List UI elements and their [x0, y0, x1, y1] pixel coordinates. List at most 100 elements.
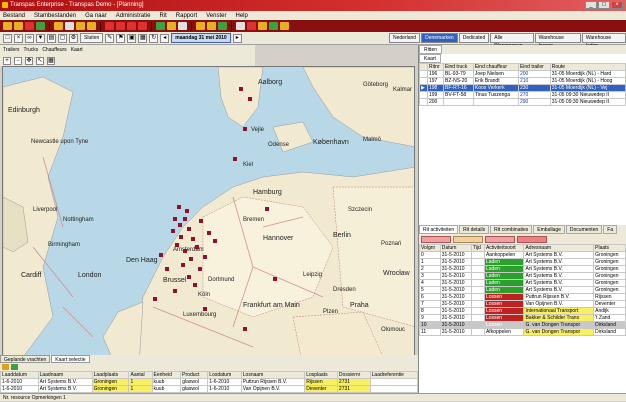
tab-kaart[interactable]: Kaart: [71, 47, 83, 53]
toolbar-icon[interactable]: [14, 22, 23, 30]
map-view[interactable]: Aalborg Vejle Odense København Edinburgh…: [2, 66, 415, 382]
col-header[interactable]: Plaats: [593, 244, 626, 252]
truck-marker[interactable]: [203, 307, 207, 311]
activity-row[interactable]: 6 31-5-2010 Lossen Puttrun Rijssen B.V. Rijs…: [419, 293, 626, 301]
settings-icon[interactable]: ⚙: [69, 33, 78, 43]
tab-geplande-vrachten[interactable]: Geplande vrachten: [0, 355, 51, 363]
activity-row[interactable]: 1 31-5-2010 Laden Art Systems B.V. Groningen: [419, 258, 626, 266]
truck-marker[interactable]: [273, 277, 277, 281]
activity-row[interactable]: 9 31-5-2010 Lossen Bakker & Schilder Trans '…: [419, 314, 626, 322]
toolbar-button[interactable]: [485, 235, 515, 243]
print-icon[interactable]: ▤: [47, 33, 56, 43]
truck-marker[interactable]: [179, 235, 183, 239]
tab-denemarken[interactable]: Denemarken: [421, 33, 458, 43]
col-header[interactable]: Eind chauffeur: [472, 63, 519, 71]
toolbar-icon[interactable]: [167, 22, 176, 30]
select-icon[interactable]: ↖: [36, 56, 44, 65]
toolbar-button[interactable]: [453, 235, 483, 243]
preview-icon[interactable]: ▢: [58, 33, 67, 43]
col-header[interactable]: Laadplaats: [91, 371, 130, 379]
menu-ga-naar[interactable]: Ga naar: [85, 13, 107, 19]
toolbar-icon[interactable]: [269, 22, 278, 30]
tab-dedicated[interactable]: Dedicated: [458, 33, 490, 43]
tab-documenten[interactable]: Documenten: [565, 225, 603, 234]
zoom-out-icon[interactable]: −: [14, 56, 22, 65]
ritten-row[interactable]: 196 BL-93-79 Joep Nielsen 200 31-05 Moerdijk…: [419, 70, 626, 78]
date-selector[interactable]: maandag 31 mei 2010: [171, 33, 231, 43]
truck-marker[interactable]: [199, 219, 203, 223]
col-header[interactable]: Eind truck: [443, 63, 474, 71]
truck-marker[interactable]: [189, 257, 193, 261]
route-icon[interactable]: ⚑: [116, 33, 126, 43]
layers-icon[interactable]: ▦: [47, 56, 55, 65]
map-icon[interactable]: ✎: [105, 33, 115, 43]
col-header[interactable]: Eenheid: [151, 371, 182, 379]
ritten-row[interactable]: 197 BZ-NS-20 Erik Brandt 210 31-05 Moerdijk …: [419, 77, 626, 85]
truck-marker[interactable]: [175, 243, 179, 247]
truck-marker[interactable]: [171, 229, 175, 233]
tab-ritten[interactable]: Ritten: [419, 45, 443, 54]
toolbar-icon[interactable]: [54, 22, 63, 30]
toolbar-icon[interactable]: [156, 22, 165, 30]
col-header[interactable]: Losnaam: [240, 371, 306, 379]
menu-administratie[interactable]: Administratie: [116, 13, 151, 19]
truck-icon[interactable]: ▣: [127, 33, 137, 43]
menu-bestand[interactable]: Bestand: [3, 13, 25, 19]
truck-marker[interactable]: [243, 127, 247, 131]
binoculars-icon[interactable]: ∞: [25, 33, 34, 43]
toolbar-icon[interactable]: [196, 22, 205, 30]
truck-marker[interactable]: [203, 255, 207, 259]
tab-emballage[interactable]: Emballage: [533, 225, 565, 234]
ritten-row[interactable]: 199 BV-FT-58 Tinus Tuszenga 270 31-05 09:30 …: [419, 91, 626, 99]
col-header[interactable]: Tijd: [470, 244, 485, 252]
truck-marker[interactable]: [207, 231, 211, 235]
activity-row[interactable]: 11 31-5-2010 Afkoppelen G. van Dongen Trans…: [419, 328, 626, 336]
truck-marker[interactable]: [178, 223, 182, 227]
tab-chauffeurs[interactable]: Chauffeurs: [42, 47, 66, 53]
truck-marker[interactable]: [177, 205, 181, 209]
pan-icon[interactable]: ✥: [25, 56, 33, 65]
truck-marker[interactable]: [183, 217, 187, 221]
col-header[interactable]: Losdatum: [207, 371, 242, 379]
truck-marker[interactable]: [239, 87, 243, 91]
planned-row[interactable]: 1-6-2010Art Systems B.V.Groningen1kuubgl…: [0, 385, 419, 393]
truck-marker[interactable]: [185, 209, 189, 213]
tab-trailers[interactable]: Trailers: [3, 47, 19, 53]
col-header[interactable]: Dossiernr: [336, 371, 371, 379]
col-header[interactable]: Route: [549, 63, 626, 71]
tab-fa[interactable]: Fa: [603, 225, 618, 234]
export-icon[interactable]: [2, 364, 9, 370]
toolbar-icon[interactable]: [65, 22, 74, 30]
toolbar-icon[interactable]: [218, 22, 227, 30]
refresh-icon[interactable]: ↻: [149, 33, 159, 43]
col-header[interactable]: Adresnaam: [523, 244, 595, 252]
ritten-row[interactable]: 200 290 31-05 09:30 Nieuwedep II: [419, 98, 626, 106]
col-header[interactable]: Volgnr: [419, 244, 441, 252]
col-header[interactable]: Eind trailer: [517, 63, 551, 71]
tab-nederland[interactable]: Nederland: [389, 33, 421, 43]
activity-row[interactable]: 3 31-5-2010 Laden Art Systems B.V. Groningen: [419, 272, 626, 280]
menu-venster[interactable]: Venster: [206, 13, 226, 19]
toolbar-icon[interactable]: [76, 22, 85, 30]
tab-rit-activiteiten[interactable]: Rit activiteiten: [419, 225, 459, 234]
col-header[interactable]: Product: [180, 371, 209, 379]
toolbar-icon[interactable]: [87, 22, 96, 30]
truck-marker[interactable]: [198, 267, 202, 271]
filter-icon[interactable]: ▼: [36, 33, 45, 43]
col-header[interactable]: Laaddatum: [0, 371, 39, 379]
toolbar-icon[interactable]: [127, 22, 136, 30]
toolbar-icon[interactable]: [178, 22, 187, 30]
close-button[interactable]: ×: [611, 1, 623, 9]
toolbar-icon[interactable]: [36, 22, 45, 30]
tab-kaart-right[interactable]: Kaart: [419, 54, 441, 63]
toolbar-icon[interactable]: [138, 22, 147, 30]
minimize-button[interactable]: _: [585, 1, 597, 9]
menu-rit[interactable]: Rit: [159, 13, 166, 19]
truck-marker[interactable]: [195, 245, 199, 249]
truck-marker[interactable]: [165, 267, 169, 271]
maximize-button[interactable]: □: [598, 1, 610, 9]
col-header[interactable]: Activiteitsoort: [483, 244, 525, 252]
truck-marker[interactable]: [159, 253, 163, 257]
truck-marker[interactable]: [213, 239, 217, 243]
truck-marker[interactable]: [173, 289, 177, 293]
